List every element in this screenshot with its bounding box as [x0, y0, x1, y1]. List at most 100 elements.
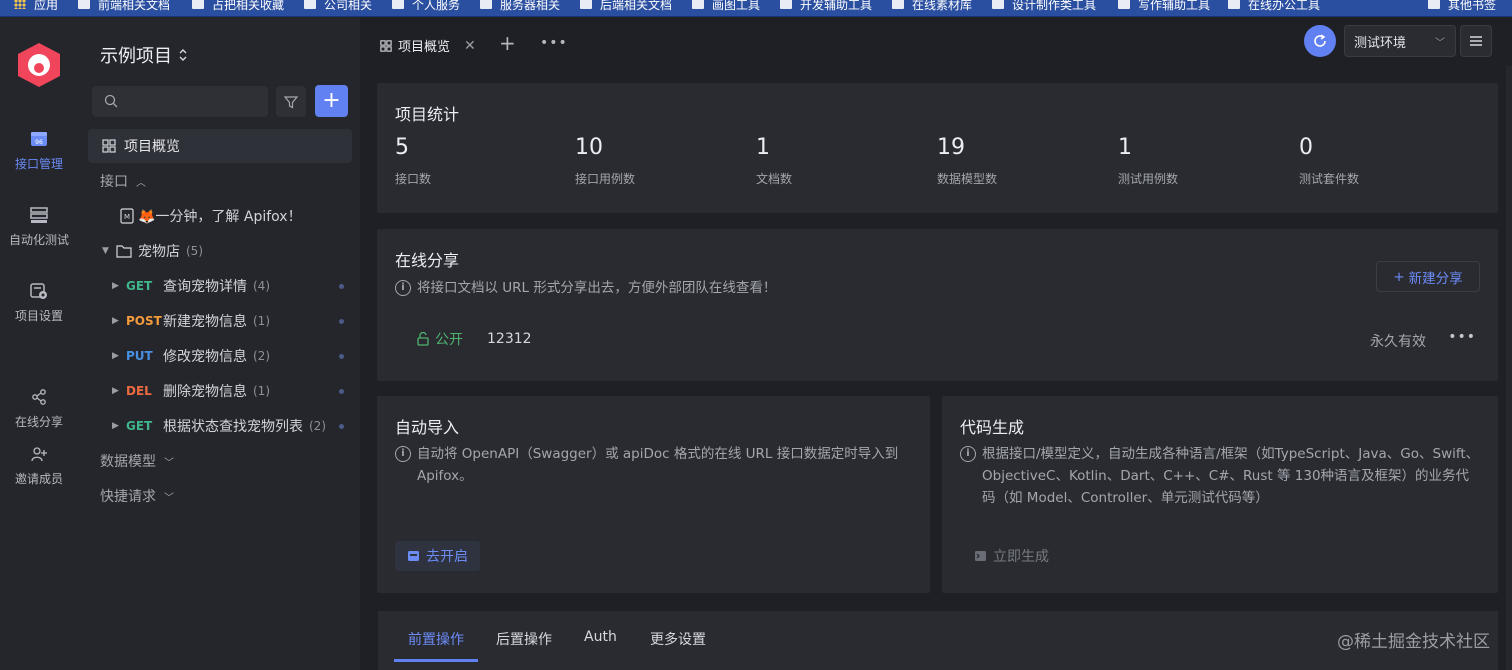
stat-item: 10 接口用例数	[575, 135, 636, 186]
bookmark-folder[interactable]: 开发辅助工具	[780, 0, 872, 13]
sync-icon	[1314, 34, 1326, 47]
auto-import-card: 自动导入 i 自动将 OpenAPI（Swagger）或 apiDoc 格式的在…	[377, 396, 930, 593]
info-icon: i	[960, 446, 976, 462]
stat-item: 5 接口数	[395, 135, 432, 186]
share-list-item[interactable]: 公开 12312	[417, 329, 532, 349]
rail-auto-test[interactable]: 自动化测试	[0, 205, 78, 248]
enable-auto-import-button[interactable]: 去开启	[395, 541, 480, 571]
doc-item-quickstart[interactable]: M 🦊一分钟，了解 Apifox！	[78, 201, 360, 231]
api-item[interactable]: ▶ GET 根据状态查找宠物列表 (2)	[78, 411, 360, 441]
project-switcher[interactable]: 示例项目	[100, 42, 188, 68]
plus-icon: +	[1393, 268, 1405, 285]
apifox-logo	[18, 43, 60, 87]
data-models-section[interactable]: 数据模型 ﹀	[78, 446, 360, 476]
add-button[interactable]: +	[315, 85, 348, 117]
svg-text:96: 96	[35, 139, 43, 146]
caret-right-icon: ▶	[112, 351, 119, 361]
filter-button[interactable]	[276, 86, 306, 117]
folder-icon	[580, 0, 592, 9]
rail-project-settings[interactable]: 项目设置	[0, 281, 78, 324]
online-share-card: 在线分享 i 将接口文档以 URL 形式分享出去，方便外部团队在线查看！ + 新…	[377, 229, 1498, 381]
status-dot	[339, 354, 344, 359]
bookmark-folder[interactable]: 在线办公工具	[1228, 0, 1320, 13]
info-icon: i	[395, 446, 411, 462]
bookmark-folder[interactable]: 公司相关	[304, 0, 372, 13]
folder-pet-store[interactable]: ▼ 宠物店 (5)	[78, 236, 360, 266]
settings-icon	[29, 281, 49, 301]
caret-right-icon: ▶	[112, 281, 119, 291]
api-item[interactable]: ▶ POST 新建宠物信息 (1)	[78, 306, 360, 336]
rail-api-management[interactable]: 96 接口管理	[0, 129, 78, 172]
environment-sync-button[interactable]	[1304, 25, 1336, 57]
bookmark-folder[interactable]: 画图工具	[692, 0, 760, 13]
terminal-icon	[975, 551, 986, 561]
plus-icon: +	[322, 88, 341, 113]
sidebar: 示例项目 + 项目概览 接口 ︿ M 🦊一分钟，了解 Apifox！ ▼ 宠物店…	[78, 17, 360, 670]
rail-online-share[interactable]: 在线分享	[0, 387, 78, 430]
share-expiry: 永久有效	[1370, 334, 1426, 350]
chevron-down-icon: ﹀	[1435, 38, 1445, 49]
tab-post-operations[interactable]: 后置操作	[496, 629, 552, 649]
bookmark-folder[interactable]: 在线素材库	[892, 0, 972, 13]
new-tab-button[interactable]: +	[499, 33, 516, 53]
stat-item: 19 数据模型数	[937, 135, 998, 186]
search-input[interactable]	[92, 86, 268, 117]
folder-icon	[1118, 0, 1130, 9]
bookmark-folder[interactable]: 个人服务	[392, 0, 460, 13]
auto-import-title: 自动导入	[395, 418, 460, 437]
folder-icon	[392, 0, 404, 9]
bookmark-folder[interactable]: 后端相关文档	[580, 0, 672, 13]
auto-import-description: i 自动将 OpenAPI（Swagger）或 apiDoc 格式的在线 URL…	[395, 443, 915, 487]
test-server-icon	[29, 205, 49, 225]
settings-tabs: 前置操作 后置操作 Auth 更多设置	[378, 611, 1498, 670]
menu-icon	[1470, 36, 1482, 46]
stat-item: 1 测试用例数	[1118, 135, 1179, 186]
bookmark-folder[interactable]: 写作辅助工具	[1118, 0, 1210, 13]
environment-select[interactable]: 测试环境 ﹀	[1344, 25, 1456, 57]
tab-project-overview[interactable]: 项目概览 ✕	[370, 27, 486, 64]
tab-pre-operations[interactable]: 前置操作	[408, 629, 464, 649]
folder-icon	[1428, 0, 1440, 9]
chevron-down-icon: ﹀	[164, 492, 174, 504]
codegen-description: i 根据接口/模型定义，自动生成各种语言/框架（如TypeScript、Java…	[960, 443, 1480, 509]
filter-icon	[284, 95, 298, 108]
quick-requests-section[interactable]: 快捷请求 ﹀	[78, 481, 360, 511]
caret-right-icon: ▶	[112, 386, 119, 396]
svg-text:M: M	[124, 213, 130, 221]
new-share-button[interactable]: + 新建分享	[1376, 261, 1480, 292]
watermark: @稀土掘金技术社区	[1337, 632, 1490, 652]
more-icon[interactable]: •••	[540, 35, 568, 51]
bookmark-folder[interactable]: 占把相关收藏	[192, 0, 284, 13]
tab-more-settings[interactable]: 更多设置	[650, 629, 706, 649]
folder-icon	[116, 245, 132, 258]
bookmark-folder[interactable]: 服务器相关	[480, 0, 560, 13]
api-item[interactable]: ▶ GET 查询宠物详情 (4)	[78, 271, 360, 301]
unlock-icon	[417, 332, 429, 346]
folder-icon	[304, 0, 316, 9]
tab-bar: 项目概览 ✕ + ••• 测试环境 ﹀	[360, 17, 1512, 66]
visibility-badge: 公开	[417, 329, 463, 349]
bookmark-apps[interactable]: 应用	[14, 0, 58, 13]
sidebar-item-overview[interactable]: 项目概览	[88, 129, 352, 163]
folder-icon	[78, 0, 90, 9]
share-description: i 将接口文档以 URL 形式分享出去，方便外部团队在线查看！	[395, 277, 776, 299]
caret-right-icon: ▶	[112, 316, 119, 326]
status-dot	[339, 284, 344, 289]
bookmark-other[interactable]: 其他书签	[1428, 0, 1496, 13]
scrollbar[interactable]	[1506, 66, 1512, 670]
info-icon: i	[395, 280, 411, 296]
more-icon[interactable]: •••	[1448, 329, 1476, 345]
status-dot	[339, 389, 344, 394]
tab-auth[interactable]: Auth	[584, 629, 617, 645]
folder-icon	[192, 0, 204, 9]
bookmark-folder[interactable]: 设计制作类工具	[992, 0, 1096, 13]
rail-invite-members[interactable]: 邀请成员	[0, 444, 78, 487]
folder-icon	[1228, 0, 1240, 9]
close-icon[interactable]: ✕	[464, 38, 476, 54]
environment-menu-button[interactable]	[1460, 25, 1492, 57]
generate-code-button[interactable]: 立即生成	[960, 541, 1063, 571]
api-item[interactable]: ▶ PUT 修改宠物信息 (2)	[78, 341, 360, 371]
bookmark-folder[interactable]: 前端相关文档	[78, 0, 170, 13]
api-item[interactable]: ▶ DEL 删除宠物信息 (1)	[78, 376, 360, 406]
api-section-header[interactable]: 接口 ︿	[78, 166, 360, 196]
